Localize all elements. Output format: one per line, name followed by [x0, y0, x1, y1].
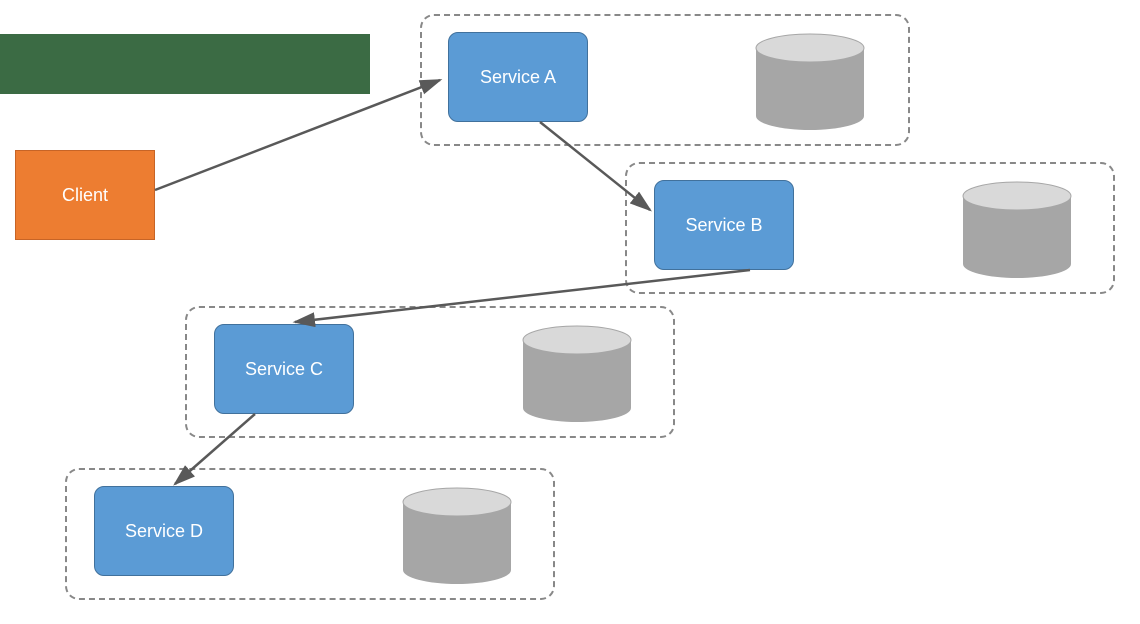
service-a-label: Service A [480, 67, 556, 88]
title-bar [0, 34, 370, 94]
client-box: Client [15, 150, 155, 240]
service-d-box: Service D [94, 486, 234, 576]
service-c-label: Service C [245, 359, 323, 380]
service-b-box: Service B [654, 180, 794, 270]
arrow-client-to-a [155, 80, 440, 190]
service-d-label: Service D [125, 521, 203, 542]
service-c-box: Service C [214, 324, 354, 414]
service-b-label: Service B [685, 215, 762, 236]
client-label: Client [62, 185, 108, 206]
service-a-box: Service A [448, 32, 588, 122]
